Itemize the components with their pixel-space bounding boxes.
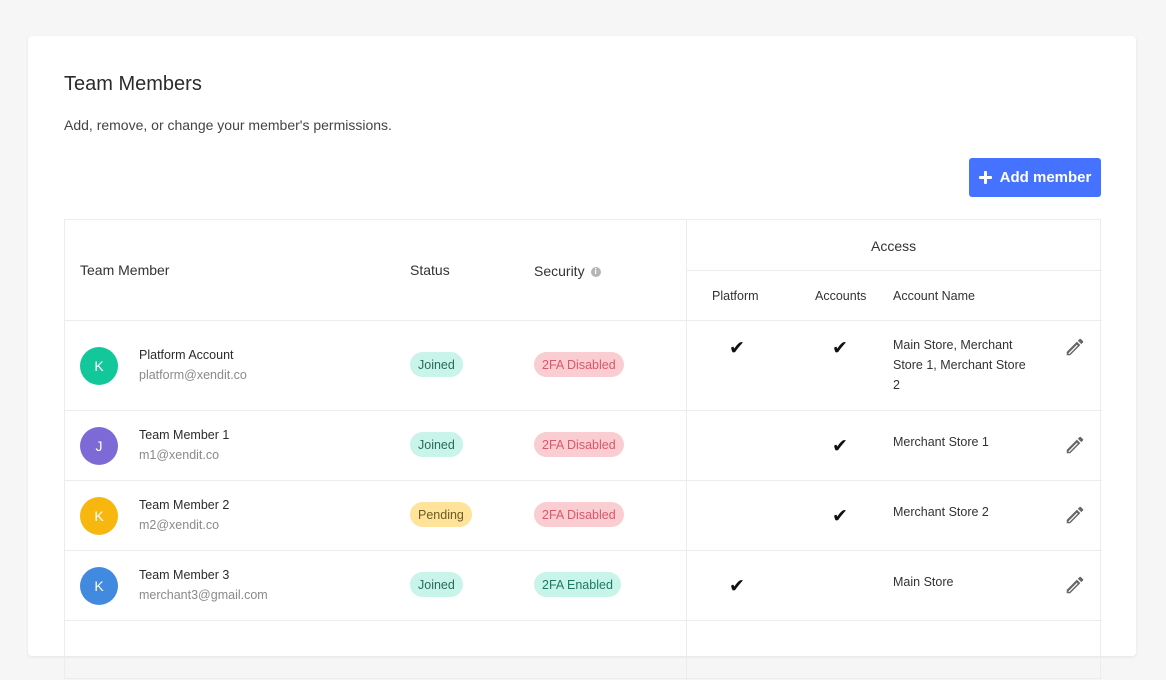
member-email: merchant3@gmail.com	[139, 588, 268, 602]
avatar: K	[80, 347, 118, 385]
status-badge: Pending	[410, 502, 472, 527]
member-email: m2@xendit.co	[139, 518, 220, 532]
avatar-initial: K	[94, 508, 104, 524]
add-member-label: Add member	[999, 169, 1092, 186]
table-row: K Team Member 2 m2@xendit.co Pending 2FA…	[65, 481, 1102, 550]
member-name: Team Member 1	[139, 428, 230, 442]
member-email: m1@xendit.co	[139, 448, 220, 462]
avatar-initial: J	[95, 438, 103, 454]
platform-check-icon: ✔	[729, 338, 745, 359]
table-row: J Team Member 1 m1@xendit.co Joined 2FA …	[65, 411, 1102, 480]
edit-pencil-icon[interactable]	[1064, 434, 1086, 456]
header-security: Security i	[534, 263, 601, 279]
row-divider	[65, 620, 1102, 621]
status-badge: Joined	[410, 432, 463, 457]
info-icon[interactable]: i	[590, 267, 601, 278]
header-access: Access	[871, 238, 917, 254]
avatar-initial: K	[94, 358, 104, 374]
edit-pencil-icon[interactable]	[1064, 574, 1086, 596]
security-badge: 2FA Disabled	[534, 352, 624, 377]
edit-pencil-icon[interactable]	[1064, 504, 1086, 526]
header-account-name: Account Name	[893, 289, 975, 303]
platform-check-icon: ✔	[729, 576, 745, 597]
team-members-card: Team Members Add, remove, or change your…	[28, 36, 1136, 680]
account-name: Merchant Store 1	[893, 435, 989, 449]
page-subtitle: Add, remove, or change your member's per…	[64, 117, 392, 133]
account-name: Merchant Store 2	[893, 505, 989, 519]
plus-icon	[978, 171, 992, 184]
header-accounts: Accounts	[815, 289, 867, 303]
access-header-divider	[686, 270, 1102, 271]
accounts-check-icon: ✔	[832, 338, 848, 359]
account-name: Main Store, Merchant Store 1, Merchant S…	[893, 338, 1026, 392]
avatar: J	[80, 427, 118, 465]
security-badge: 2FA Disabled	[534, 502, 624, 527]
security-badge: 2FA Enabled	[534, 572, 621, 597]
accounts-check-icon: ✔	[832, 506, 848, 527]
add-member-button[interactable]: Add member	[969, 158, 1101, 197]
page-title: Team Members	[64, 73, 202, 95]
table-row: K Team Member 3 merchant3@gmail.com Join…	[65, 551, 1102, 620]
edit-pencil-icon[interactable]	[1064, 336, 1086, 358]
member-name: Team Member 3	[139, 568, 230, 582]
avatar-initial: K	[94, 578, 104, 594]
member-name: Team Member 2	[139, 498, 230, 512]
header-security-label: Security	[534, 263, 585, 279]
avatar: K	[80, 497, 118, 535]
header-status: Status	[410, 262, 450, 278]
status-badge: Joined	[410, 572, 463, 597]
member-email: platform@xendit.co	[139, 368, 247, 382]
table-row: K Platform Account platform@xendit.co Jo…	[65, 321, 1102, 410]
team-members-table: Team Member Status Security i Access Plat…	[64, 219, 1102, 680]
header-team-member: Team Member	[80, 262, 170, 278]
status-badge: Joined	[410, 352, 463, 377]
header-platform: Platform	[712, 289, 759, 303]
account-name: Main Store	[893, 575, 954, 589]
security-badge: 2FA Disabled	[534, 432, 624, 457]
avatar: K	[80, 567, 118, 605]
accounts-check-icon: ✔	[832, 436, 848, 457]
member-name: Platform Account	[139, 348, 234, 362]
